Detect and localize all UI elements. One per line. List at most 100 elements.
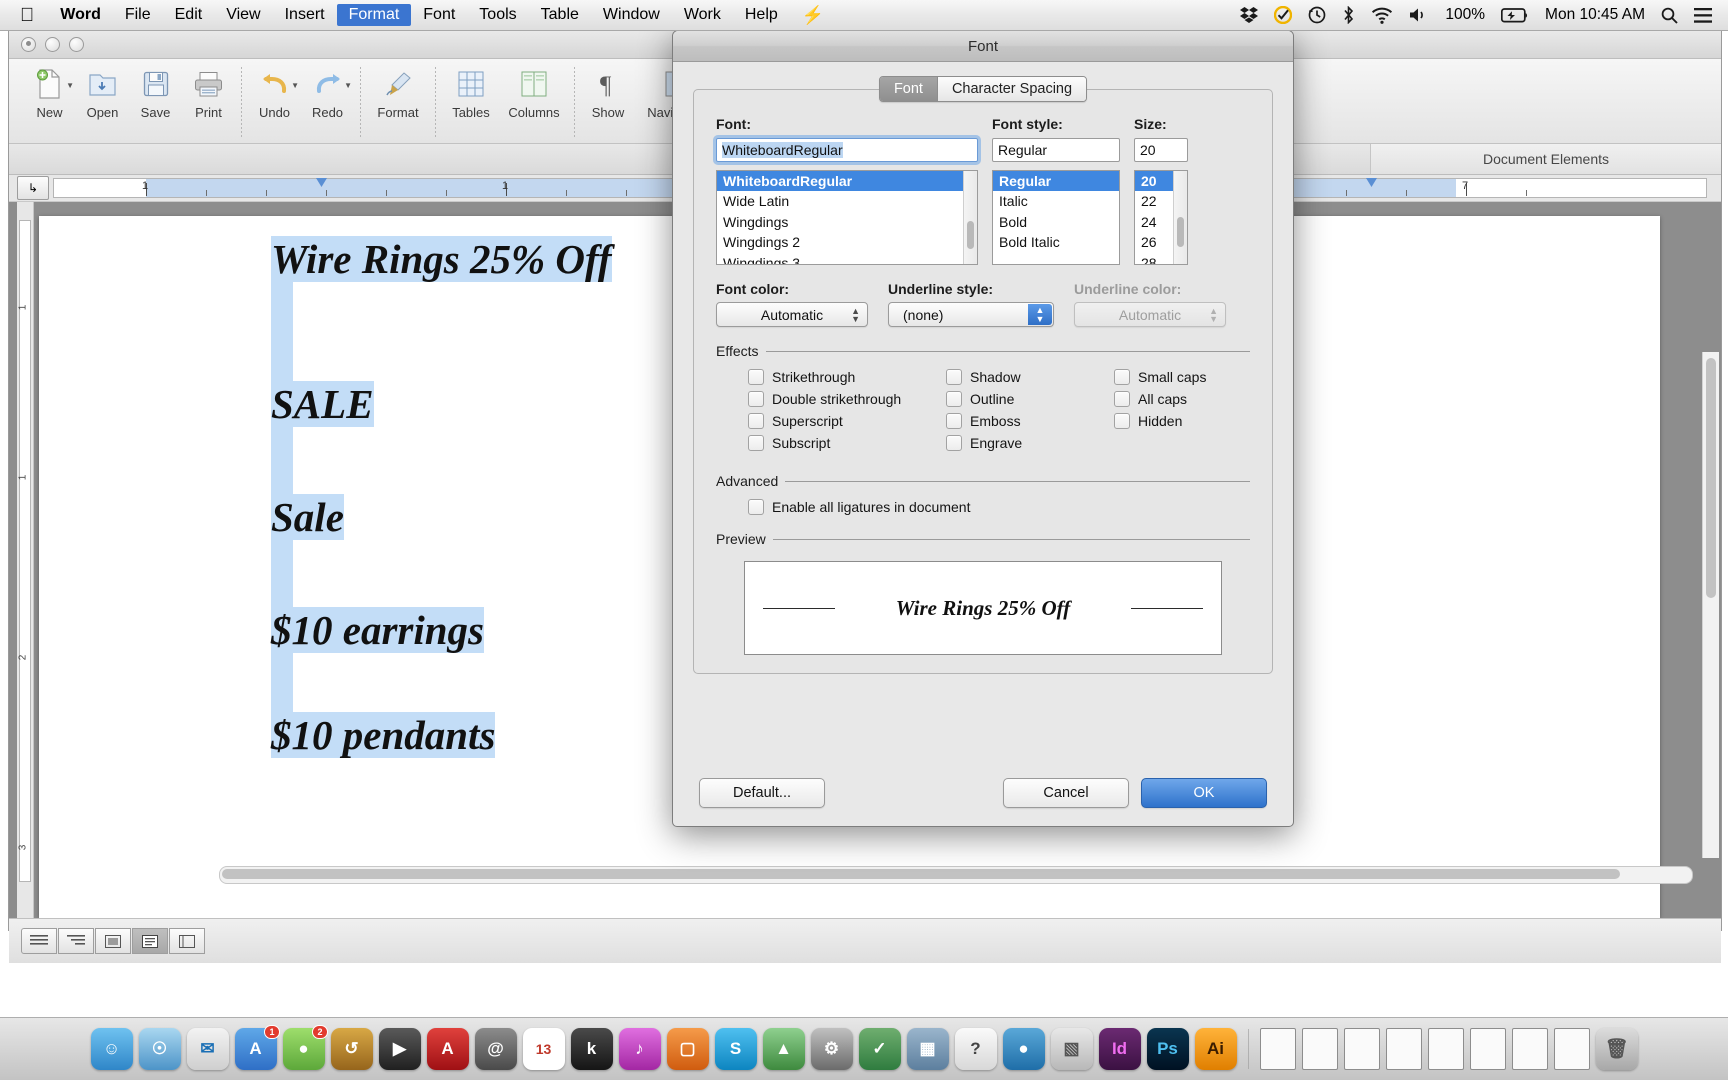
checkbox-box[interactable] (748, 435, 764, 451)
chevron-down-icon[interactable]: ▼ (344, 81, 352, 90)
toolbar-save-button[interactable]: Save (129, 65, 182, 120)
checkbox-box[interactable] (946, 435, 962, 451)
checkbox-hidden[interactable]: Hidden (1114, 413, 1206, 429)
cancel-button[interactable]: Cancel (1003, 778, 1129, 808)
dock-item-browser[interactable]: ▦ (907, 1028, 949, 1070)
wifi-icon[interactable] (1371, 7, 1393, 24)
menu-table[interactable]: Table (529, 4, 591, 26)
dropbox-icon[interactable] (1240, 7, 1258, 23)
dock-item-skype[interactable]: S (715, 1028, 757, 1070)
dock-item-acrobat[interactable]: A (427, 1028, 469, 1070)
menu-file[interactable]: File (113, 4, 163, 26)
toolbar-redo-button[interactable]: Redo ▼ (301, 65, 354, 120)
checkbox-all-caps[interactable]: All caps (1114, 391, 1206, 407)
default-button[interactable]: Default... (699, 778, 825, 808)
checkbox-shadow[interactable]: Shadow (946, 369, 1114, 385)
menu-format[interactable]: Format (337, 4, 412, 26)
checkbox-box[interactable] (748, 499, 764, 515)
toolbar-tables-button[interactable]: Tables (442, 65, 500, 120)
dock-item-mail[interactable]: ✉ (187, 1028, 229, 1070)
ok-button[interactable]: OK (1141, 778, 1267, 808)
size-list-scroll-thumb[interactable] (1177, 217, 1184, 247)
font-list-scroll-thumb[interactable] (967, 221, 974, 249)
font-style-option-0[interactable]: Regular (993, 171, 1119, 191)
font-style-option-3[interactable]: Bold Italic (993, 232, 1119, 252)
font-style-listbox[interactable]: Regular Italic Bold Bold Italic (992, 170, 1120, 265)
list-icon[interactable] (1694, 8, 1712, 23)
font-style-option-1[interactable]: Italic (993, 191, 1119, 211)
menu-font[interactable]: Font (411, 4, 467, 26)
checkbox-enable-ligatures[interactable]: Enable all ligatures in document (716, 499, 1250, 515)
bluetooth-icon[interactable] (1342, 6, 1355, 24)
print-layout-icon[interactable] (132, 928, 168, 954)
dock-item-at-app[interactable]: @ (475, 1028, 517, 1070)
menu-tools[interactable]: Tools (467, 4, 528, 26)
time-machine-icon[interactable] (1308, 6, 1326, 24)
menu-insert[interactable]: Insert (273, 4, 337, 26)
notebook-view-icon[interactable] (169, 928, 205, 954)
stepper-arrows-icon[interactable]: ▲▼ (1028, 304, 1052, 325)
tab-font[interactable]: Font (880, 77, 937, 101)
dock-item-trash[interactable]: 🗑 (1596, 1028, 1638, 1070)
checkbox-box[interactable] (748, 369, 764, 385)
dock-window-thumbnail[interactable] (1512, 1028, 1548, 1070)
font-style-input[interactable]: Regular (992, 138, 1120, 162)
dock-window-thumbnail[interactable] (1260, 1028, 1296, 1070)
checkbox-box[interactable] (748, 391, 764, 407)
dock-item-facetime[interactable]: ▶ (379, 1028, 421, 1070)
toolbar-format-button[interactable]: Format (367, 65, 429, 120)
checkbox-box[interactable] (1114, 413, 1130, 429)
toolbar-show-button[interactable]: ¶ Show (581, 65, 635, 120)
dock-item-illustrator[interactable]: Ai (1195, 1028, 1237, 1070)
checkbox-engrave[interactable]: Engrave (946, 435, 1114, 451)
toolbar-print-button[interactable]: Print (182, 65, 235, 120)
document-elements-tab[interactable]: Document Elements (1370, 144, 1721, 174)
underline-style-dropdown[interactable]: (none) ▲▼ (888, 302, 1054, 327)
battery-percent[interactable]: 100% (1445, 6, 1485, 24)
close-window-button[interactable] (21, 37, 36, 52)
dock-item-photoshop[interactable]: Ps (1147, 1028, 1189, 1070)
menu-view[interactable]: View (214, 4, 272, 26)
dock-item-system-prefs[interactable]: ⚙ (811, 1028, 853, 1070)
font-option-2[interactable]: Wingdings (717, 212, 977, 232)
checkbox-box[interactable] (946, 413, 962, 429)
dock-window-thumbnail[interactable] (1428, 1028, 1464, 1070)
dock-window-thumbnail[interactable] (1554, 1028, 1590, 1070)
menu-work[interactable]: Work (672, 4, 733, 26)
font-list-scrollbar[interactable] (963, 171, 977, 264)
menu-edit[interactable]: Edit (163, 4, 215, 26)
dock-window-thumbnail[interactable] (1470, 1028, 1506, 1070)
dock-item-app-store[interactable]: A1 (235, 1028, 277, 1070)
horizontal-scrollbar[interactable] (219, 866, 1693, 884)
size-list-scrollbar[interactable] (1173, 171, 1187, 264)
vertical-scroll-thumb[interactable] (1706, 358, 1716, 598)
size-listbox[interactable]: 20 22 24 26 28 (1134, 170, 1188, 265)
font-option-3[interactable]: Wingdings 2 (717, 232, 977, 252)
checkbox-outline[interactable]: Outline (946, 391, 1114, 407)
dock-item-kindle[interactable]: k (571, 1028, 613, 1070)
toolbar-new-button[interactable]: New ▼ (23, 65, 76, 120)
size-input[interactable]: 20 (1134, 138, 1188, 162)
checkmark-circle-icon[interactable] (1274, 6, 1292, 24)
checkbox-box[interactable] (748, 413, 764, 429)
checkbox-box[interactable] (1114, 369, 1130, 385)
font-listbox[interactable]: WhiteboardRegular Wide Latin Wingdings W… (716, 170, 978, 265)
dock-item-ibooks[interactable]: ▢ (667, 1028, 709, 1070)
dock-item-preview[interactable]: ▧ (1051, 1028, 1093, 1070)
dock-window-thumbnail[interactable] (1386, 1028, 1422, 1070)
publishing-view-icon[interactable] (95, 928, 131, 954)
toolbar-columns-button[interactable]: Columns (500, 65, 568, 120)
volume-icon[interactable] (1409, 7, 1429, 23)
menu-app-name[interactable]: Word (48, 4, 113, 26)
zoom-window-button[interactable] (69, 37, 84, 52)
checkbox-box[interactable] (1114, 391, 1130, 407)
outline-view-icon[interactable] (58, 928, 94, 954)
indent-marker-icon[interactable] (1366, 178, 1377, 187)
checkbox-box[interactable] (946, 369, 962, 385)
dock-item-messages[interactable]: ●2 (283, 1028, 325, 1070)
search-icon[interactable] (1661, 7, 1678, 24)
font-option-0[interactable]: WhiteboardRegular (717, 171, 977, 191)
checkbox-strikethrough[interactable]: Strikethrough (748, 369, 946, 385)
tab-character-spacing[interactable]: Character Spacing (937, 77, 1086, 101)
battery-charging-icon[interactable] (1501, 8, 1529, 23)
